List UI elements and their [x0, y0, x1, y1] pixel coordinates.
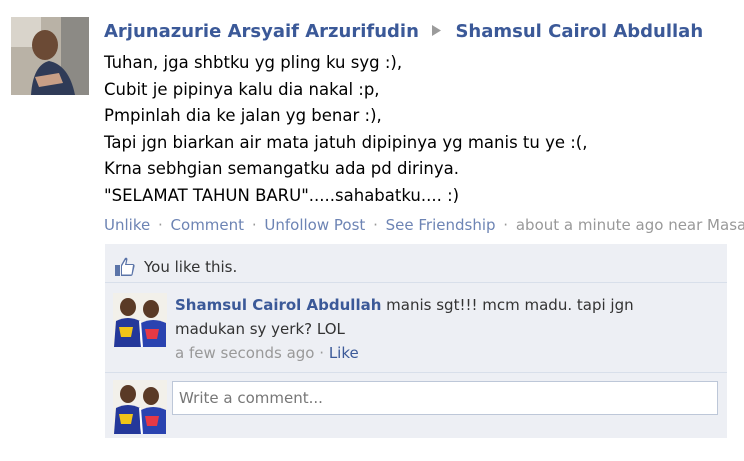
commenter-avatar[interactable] [113, 293, 167, 347]
comment-timestamp[interactable]: a few seconds ago [175, 344, 314, 362]
comment-body: Shamsul Cairol Abdullah manis sgt!!! mcm… [175, 293, 715, 365]
author-link[interactable]: Arjunazurie Arsyaif Arzurifudin [104, 21, 419, 42]
separator: · [251, 216, 257, 234]
post-header: Arjunazurie Arsyaif Arzurifudin Shamsul … [104, 18, 740, 45]
thumbs-up-icon [114, 256, 136, 278]
comments-panel: You like this. Shamsul Cairol Abdullah m… [105, 244, 727, 438]
message-line: Krna sebhgian semangatku ada pd dirinya. [104, 159, 460, 178]
viewer-photo [113, 380, 167, 434]
separator: · [319, 344, 325, 362]
comment-like-link[interactable]: Like [329, 344, 359, 362]
message-line: Cubit je pipinya kalu dia nakal :p, [104, 79, 380, 99]
message-line: Tuhan, jga shbtku yg pling ku syg :), [104, 53, 403, 72]
viewer-avatar [113, 380, 167, 434]
triangle-right-icon [432, 18, 442, 44]
comment-meta: a few seconds ago · Like [175, 341, 715, 365]
message-line: Pmpinlah dia ke jalan yg benar :), [104, 106, 382, 125]
poster-avatar[interactable] [11, 17, 89, 95]
comment-author-link[interactable]: Shamsul Cairol Abdullah [175, 296, 381, 314]
comment-item: Shamsul Cairol Abdullah manis sgt!!! mcm… [105, 284, 727, 370]
comment-composer [105, 376, 727, 438]
comment-text-line1: manis sgt!!! mcm madu. tapi jgn [386, 296, 634, 314]
separator: · [503, 216, 509, 234]
post-actions: Unlike · Comment · Unfollow Post · See F… [104, 214, 744, 236]
separator: · [157, 216, 163, 234]
message-line: Tapi jgn biarkan air mata jatuh dipipiny… [104, 132, 588, 152]
comment-link[interactable]: Comment [171, 216, 245, 234]
unlike-link[interactable]: Unlike [104, 216, 150, 234]
see-friendship-link[interactable]: See Friendship [386, 216, 496, 234]
likes-text: You like this. [144, 258, 238, 276]
target-link[interactable]: Shamsul Cairol Abdullah [455, 21, 703, 42]
comment-input[interactable] [172, 381, 718, 415]
comment-text: Shamsul Cairol Abdullah manis sgt!!! mcm… [175, 293, 715, 317]
commenter-photo [113, 293, 167, 347]
like-sentence: You like this. [105, 252, 727, 282]
post-message: Tuhan, jga shbtku yg pling ku syg :), Cu… [104, 50, 740, 209]
comment-text-line2: madukan sy yerk? LOL [175, 320, 345, 338]
post-timestamp-location[interactable]: about a minute ago near Masai [516, 216, 744, 234]
unfollow-post-link[interactable]: Unfollow Post [264, 216, 365, 234]
divider [105, 282, 727, 283]
post-content: Arjunazurie Arsyaif Arzurifudin Shamsul … [104, 18, 740, 209]
divider [105, 372, 727, 373]
separator: · [373, 216, 378, 234]
feed-story: Arjunazurie Arsyaif Arzurifudin Shamsul … [0, 0, 744, 461]
poster-photo [11, 17, 89, 95]
message-line: "SELAMAT TAHUN BARU".....sahabatku.... :… [104, 185, 460, 205]
